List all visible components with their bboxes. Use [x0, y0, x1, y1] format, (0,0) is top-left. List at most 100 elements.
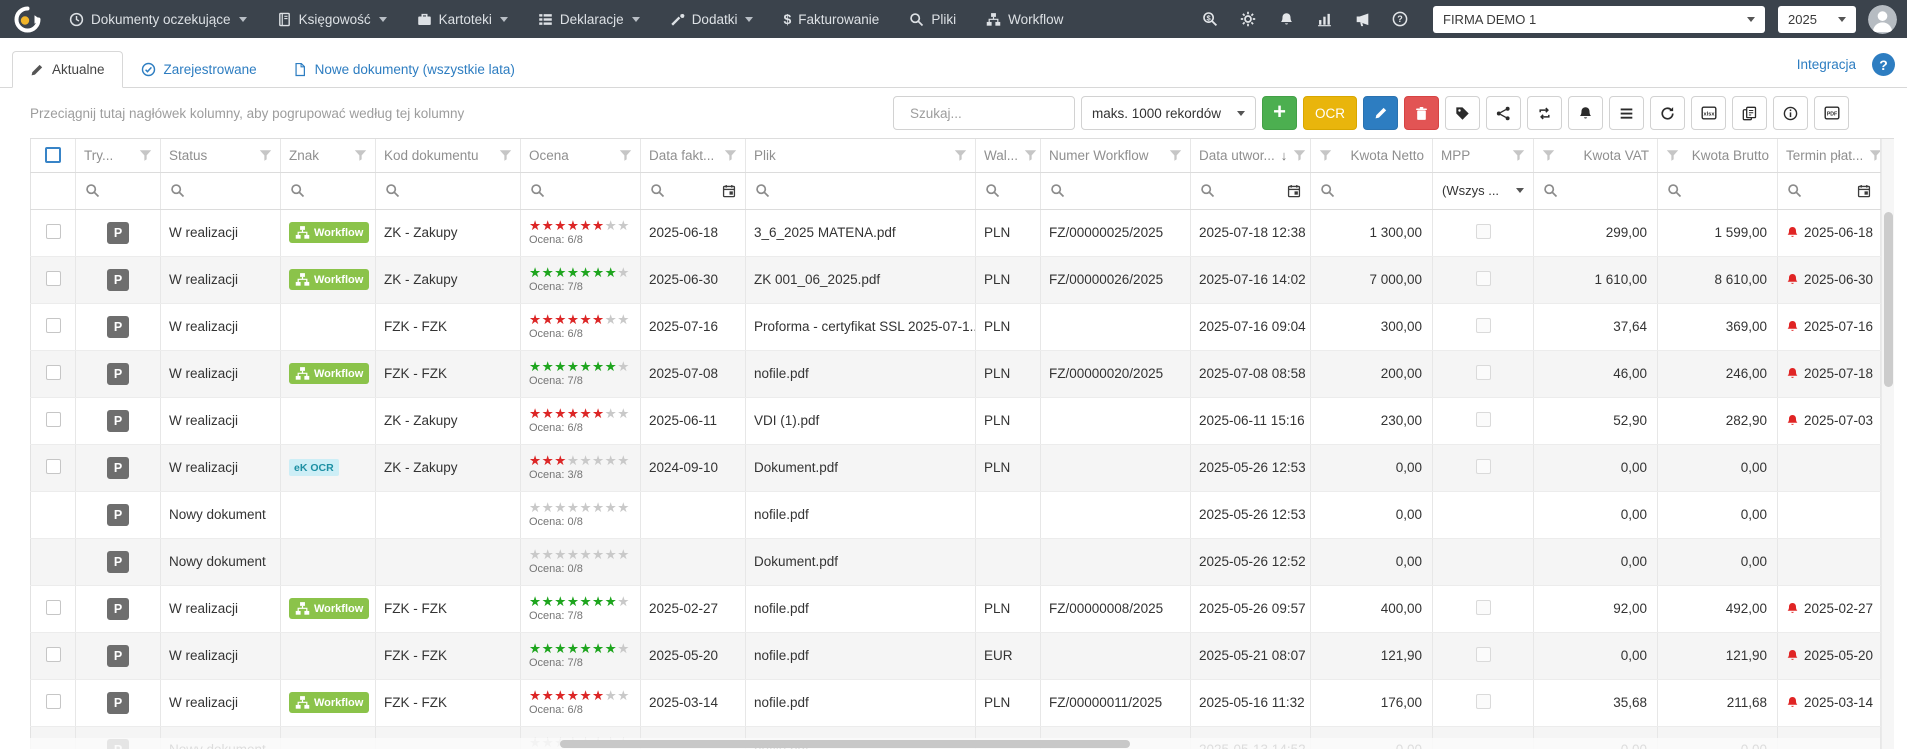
nav-item-ksi-gowo[interactable]: Księgowość [262, 0, 402, 38]
column-header-numer_workflow[interactable]: Numer Workflow [1040, 139, 1191, 173]
filter-cell-waluta[interactable] [975, 172, 1041, 210]
nav-item-pliki[interactable]: Pliki [894, 0, 971, 38]
filter-funnel-icon[interactable] [354, 149, 367, 162]
filter-funnel-icon[interactable] [1024, 149, 1037, 162]
select-all-checkbox[interactable] [45, 147, 61, 164]
column-header-status[interactable]: Status [160, 139, 281, 173]
nav-search-dollar-button[interactable]: $ [1191, 0, 1229, 38]
filter-cell-data_utworzenia[interactable] [1190, 172, 1311, 210]
document-row[interactable]: P W realizacji Workflow FZK - FZK ★★★★★★… [30, 350, 1881, 398]
column-header-kwota_brutto[interactable]: Kwota Brutto [1657, 139, 1778, 173]
nav-bell-button[interactable] [1267, 0, 1305, 38]
row-checkbox[interactable] [45, 270, 61, 286]
document-row[interactable]: P W realizacji FZK - FZK ★★★★★★★★ Ocena: … [30, 632, 1881, 680]
filter-cell-kod[interactable] [375, 172, 521, 210]
refresh-button[interactable] [1650, 96, 1685, 130]
filter-cell-ocena[interactable] [520, 172, 641, 210]
tags-button[interactable] [1445, 96, 1480, 130]
workflow-share-button[interactable] [1486, 96, 1521, 130]
nav-item-workflow[interactable]: Workflow [971, 0, 1078, 38]
filter-funnel-icon[interactable] [954, 149, 967, 162]
column-header-mpp[interactable]: MPP [1432, 139, 1534, 173]
column-header-termin[interactable]: Termin płat... [1777, 139, 1881, 173]
mpp-checkbox[interactable] [1475, 646, 1491, 662]
filter-funnel-icon[interactable] [1319, 149, 1332, 162]
row-checkbox[interactable] [45, 458, 61, 474]
edit-button[interactable] [1363, 96, 1398, 130]
document-row[interactable]: P Nowy dokument ★★★★★★★★ Ocena: 0/8 Dokum… [30, 538, 1881, 586]
row-checkbox[interactable] [45, 693, 61, 709]
filter-cell-status[interactable] [160, 172, 281, 210]
mpp-checkbox[interactable] [1475, 458, 1491, 474]
row-checkbox[interactable] [45, 411, 61, 427]
document-row[interactable]: P W realizacji Workflow FZK - FZK ★★★★★★… [30, 679, 1881, 727]
calendar-icon[interactable] [1857, 184, 1871, 198]
filter-cell-plik[interactable] [745, 172, 976, 210]
tab-zarejestrowane[interactable]: Zarejestrowane [123, 51, 275, 88]
filter-funnel-icon[interactable] [619, 149, 632, 162]
search-box[interactable] [893, 96, 1075, 130]
mpp-checkbox[interactable] [1475, 411, 1491, 427]
row-checkbox[interactable] [45, 317, 61, 333]
document-row[interactable]: P W realizacji Workflow ZK - Zakupy ★★★★… [30, 256, 1881, 304]
nav-item-dodatki[interactable]: Dodatki [655, 0, 769, 38]
mpp-checkbox[interactable] [1475, 693, 1491, 709]
nav-item-kartoteki[interactable]: Kartoteki [402, 0, 523, 38]
row-checkbox[interactable] [45, 223, 61, 239]
document-row[interactable]: P W realizacji ZK - Zakupy ★★★★★★★★ Ocena… [30, 397, 1881, 445]
delete-button[interactable] [1404, 96, 1439, 130]
export-pdf-button[interactable]: PDF [1814, 96, 1849, 130]
repeat-button[interactable] [1527, 96, 1562, 130]
tab-aktualne[interactable]: Aktualne [12, 51, 123, 88]
nav-chart-button[interactable] [1305, 0, 1343, 38]
horizontal-scrollbar-thumb[interactable] [560, 739, 1130, 748]
column-header-data_faktury[interactable]: Data fakt... [640, 139, 746, 173]
filter-cell-numer_workflow[interactable] [1040, 172, 1191, 210]
filter-cell-kwota_netto[interactable] [1310, 172, 1433, 210]
filter-funnel-icon[interactable] [1169, 149, 1182, 162]
calendar-icon[interactable] [1287, 184, 1301, 198]
horizontal-scrollbar[interactable] [30, 738, 1880, 749]
filter-cell-znak[interactable] [280, 172, 376, 210]
info-button[interactable] [1773, 96, 1808, 130]
filter-funnel-icon[interactable] [139, 149, 152, 162]
nav-item-fakturowanie[interactable]: $ Fakturowanie [768, 0, 894, 38]
records-limit-select[interactable]: maks. 1000 rekordów [1081, 96, 1256, 130]
mpp-checkbox[interactable] [1475, 270, 1491, 286]
nav-megaphone-button[interactable] [1343, 0, 1381, 38]
document-row[interactable]: P W realizacji Workflow FZK - FZK ★★★★★★… [30, 585, 1881, 633]
company-select[interactable]: FIRMA DEMO 1 [1433, 5, 1765, 33]
column-header-ocena[interactable]: Ocena [520, 139, 641, 173]
search-input[interactable] [910, 105, 1065, 121]
filter-cell-tryb[interactable] [75, 172, 161, 210]
filter-funnel-icon[interactable] [499, 149, 512, 162]
integration-link[interactable]: Integracja [1791, 57, 1856, 72]
mpp-checkbox[interactable] [1475, 223, 1491, 239]
column-header-plik[interactable]: Plik [745, 139, 976, 173]
column-header-waluta[interactable]: Wal... [975, 139, 1041, 173]
column-header-data_utworzenia[interactable]: Data utwor... ↓ [1190, 139, 1311, 173]
menu-button[interactable] [1609, 96, 1644, 130]
vertical-scrollbar-thumb[interactable] [1884, 212, 1893, 387]
document-row[interactable]: P W realizacji FZK - FZK ★★★★★★★★ Ocena: … [30, 303, 1881, 351]
mpp-checkbox[interactable] [1475, 364, 1491, 380]
help-button[interactable]: ? [1872, 53, 1895, 76]
copy-button[interactable] [1732, 96, 1767, 130]
calendar-icon[interactable] [722, 184, 736, 198]
nav-item-dokumenty-oczekuj-ce[interactable]: Dokumenty oczekujące [54, 0, 262, 38]
filter-cell-data_faktury[interactable] [640, 172, 746, 210]
vertical-scrollbar[interactable] [1881, 139, 1894, 749]
filter-funnel-icon[interactable] [1293, 149, 1306, 162]
notifications-button[interactable] [1568, 96, 1603, 130]
column-header-kwota_vat[interactable]: Kwota VAT [1533, 139, 1658, 173]
mpp-checkbox[interactable] [1475, 317, 1491, 333]
header-select-all[interactable] [30, 139, 76, 173]
export-xlsx-button[interactable]: xlsx [1691, 96, 1726, 130]
add-button[interactable]: + [1262, 96, 1297, 130]
column-header-znak[interactable]: Znak [280, 139, 376, 173]
column-header-tryb[interactable]: Try... [75, 139, 161, 173]
mpp-checkbox[interactable] [1475, 599, 1491, 615]
column-header-kod[interactable]: Kod dokumentu [375, 139, 521, 173]
column-header-kwota_netto[interactable]: Kwota Netto [1310, 139, 1433, 173]
filter-cell-kwota_brutto[interactable] [1657, 172, 1778, 210]
